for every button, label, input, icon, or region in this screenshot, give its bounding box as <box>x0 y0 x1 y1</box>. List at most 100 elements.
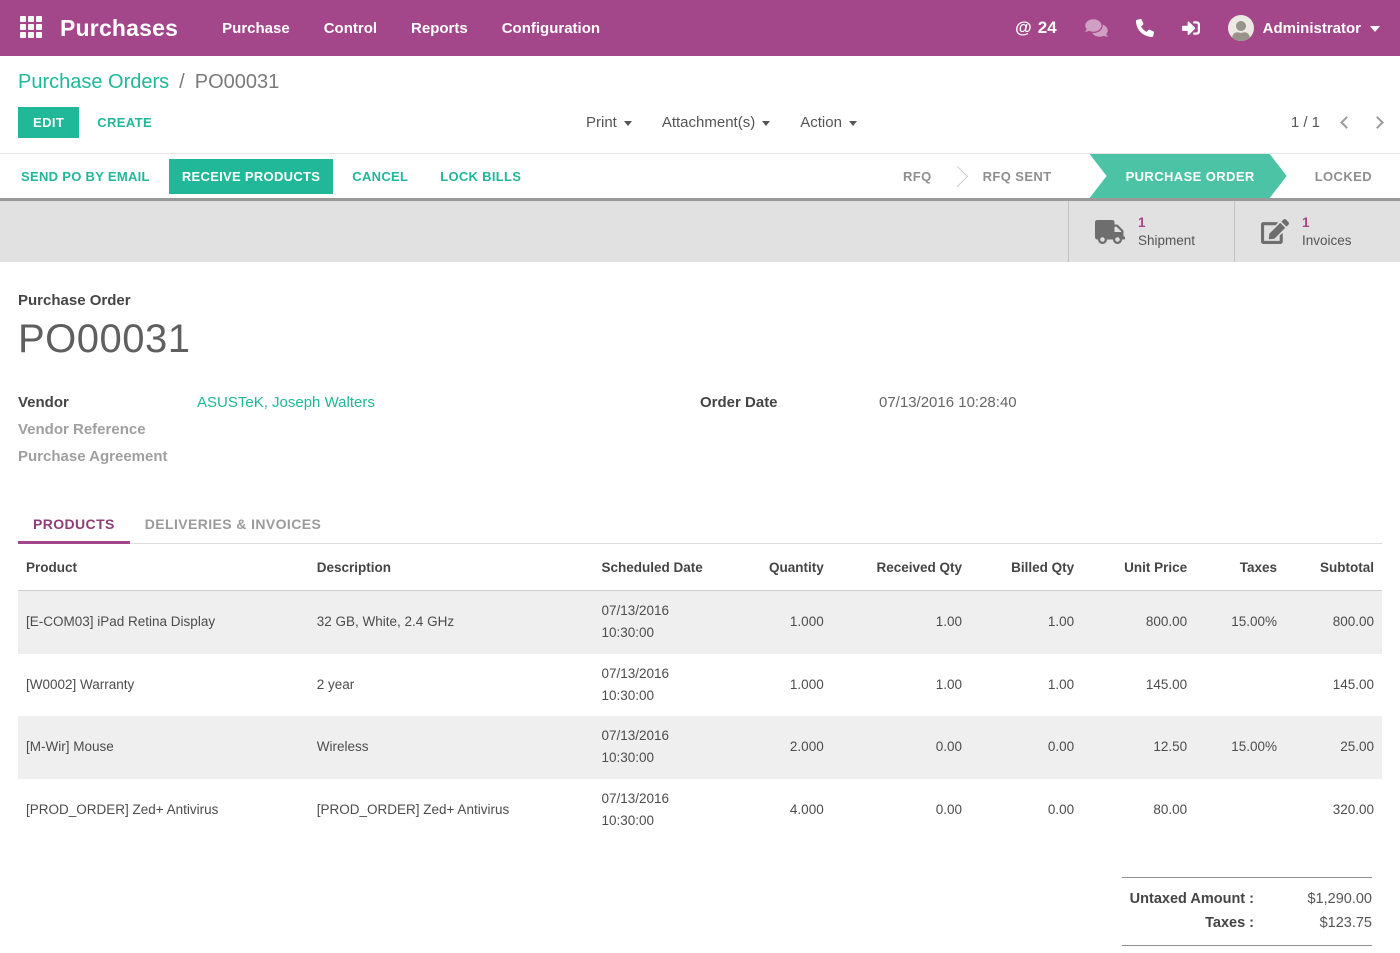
menu-configuration[interactable]: Configuration <box>502 20 600 37</box>
cell-unit-price: 12.50 <box>1082 716 1195 779</box>
create-button[interactable]: CREATE <box>97 115 152 130</box>
cell-received-qty: 0.00 <box>832 716 970 779</box>
cell-subtotal: 800.00 <box>1285 591 1382 654</box>
chevron-down-icon <box>762 121 770 126</box>
messages-icon[interactable] <box>1085 18 1108 38</box>
lock-bills-button[interactable]: LOCK BILLS <box>427 159 534 194</box>
print-menu-label: Print <box>586 114 617 131</box>
document-type-label: Purchase Order <box>18 292 1382 309</box>
topbar: Purchases Purchase Control Reports Confi… <box>0 0 1400 56</box>
user-menu[interactable]: Administrator <box>1228 15 1380 41</box>
field-group: Vendor ASUSTeK, Joseph Walters Vendor Re… <box>18 394 1382 475</box>
cancel-button[interactable]: CANCEL <box>339 159 421 194</box>
pager-counter: 1 / 1 <box>1291 114 1320 131</box>
cell-taxes <box>1195 779 1285 842</box>
cell-product: [M-Wir] Mouse <box>18 716 309 779</box>
purchase-agreement-label: Purchase Agreement <box>18 448 197 465</box>
col-product: Product <box>18 545 309 591</box>
chevron-down-icon <box>849 121 857 126</box>
cell-scheduled-date: 07/13/2016 10:30:00 <box>593 779 712 842</box>
attachments-menu[interactable]: Attachment(s) <box>662 114 770 131</box>
state-purchase-order-active[interactable]: PURCHASE ORDER <box>1090 154 1287 198</box>
menu-purchase[interactable]: Purchase <box>222 20 290 37</box>
action-menus: Print Attachment(s) Action <box>152 114 1291 131</box>
shipment-label: Shipment <box>1138 232 1195 250</box>
taxes-value: $123.75 <box>1268 915 1372 931</box>
topbar-menu: Purchase Control Reports Configuration <box>222 20 600 37</box>
print-menu[interactable]: Print <box>586 114 632 131</box>
truck-icon <box>1095 220 1125 244</box>
form-sheet: Purchase Order PO00031 Vendor ASUSTeK, J… <box>0 262 1400 953</box>
tab-products[interactable]: PRODUCTS <box>18 505 130 544</box>
action-menu-label: Action <box>800 114 842 131</box>
sign-in-icon[interactable] <box>1182 19 1200 37</box>
vendor-label: Vendor <box>18 394 197 411</box>
edit-button[interactable]: EDIT <box>18 107 79 138</box>
statusbar-states: RFQ RFQ SENT PURCHASE ORDER LOCKED <box>875 154 1400 198</box>
cell-billed-qty: 1.00 <box>970 654 1082 717</box>
at-icon: @ <box>1015 18 1032 38</box>
edit-note-icon <box>1261 219 1289 244</box>
cell-description: 32 GB, White, 2.4 GHz <box>309 591 594 654</box>
pager-next-icon[interactable] <box>1371 116 1384 129</box>
col-description: Description <box>309 545 594 591</box>
order-date-value: 07/13/2016 10:28:40 <box>879 394 1017 411</box>
notebook-tabs: PRODUCTS DELIVERIES & INVOICES <box>18 505 1382 544</box>
cell-received-qty: 1.00 <box>832 654 970 717</box>
cell-subtotal: 25.00 <box>1285 716 1382 779</box>
invoices-count: 1 <box>1302 214 1352 232</box>
page-title: PO00031 <box>18 317 1382 362</box>
table-row[interactable]: [W0002] Warranty 2 year 07/13/2016 10:30… <box>18 654 1382 717</box>
cell-taxes: 15.00% <box>1195 591 1285 654</box>
table-row[interactable]: [PROD_ORDER] Zed+ Antivirus [PROD_ORDER]… <box>18 779 1382 842</box>
menu-control[interactable]: Control <box>324 20 377 37</box>
cell-unit-price: 80.00 <box>1082 779 1195 842</box>
tab-deliveries-invoices[interactable]: DELIVERIES & INVOICES <box>130 505 336 544</box>
cell-taxes: 15.00% <box>1195 716 1285 779</box>
cell-scheduled-date: 07/13/2016 10:30:00 <box>593 591 712 654</box>
apps-menu-icon[interactable] <box>20 16 44 40</box>
table-row[interactable]: [M-Wir] Mouse Wireless 07/13/2016 10:30:… <box>18 716 1382 779</box>
phone-icon[interactable] <box>1136 19 1154 37</box>
state-locked[interactable]: LOCKED <box>1287 154 1400 198</box>
untaxed-amount-label: Untaxed Amount : <box>1122 891 1268 907</box>
app-title[interactable]: Purchases <box>60 15 178 42</box>
col-billed-qty: Billed Qty <box>970 545 1082 591</box>
menu-reports[interactable]: Reports <box>411 20 468 37</box>
control-panel-row: EDIT CREATE Print Attachment(s) Action <box>18 107 1382 138</box>
vendor-value-link[interactable]: ASUSTeK, Joseph Walters <box>197 394 375 411</box>
cell-scheduled-date: 07/13/2016 10:30:00 <box>593 716 712 779</box>
breadcrumb-current: PO00031 <box>195 71 280 94</box>
order-date-label: Order Date <box>700 394 879 411</box>
totals-section: Untaxed Amount : $1,290.00 Taxes : $123.… <box>18 877 1382 953</box>
receive-products-button[interactable]: RECEIVE PRODUCTS <box>169 159 333 194</box>
shipment-count: 1 <box>1138 214 1195 232</box>
cell-received-qty: 0.00 <box>832 779 970 842</box>
vendor-reference-label: Vendor Reference <box>18 421 197 438</box>
col-unit-price: Unit Price <box>1082 545 1195 591</box>
breadcrumb: Purchase Orders / PO00031 <box>18 71 1382 94</box>
invoices-stat-button[interactable]: 1 Invoices <box>1234 201 1400 262</box>
cell-description: 2 year <box>309 654 594 717</box>
cell-billed-qty: 1.00 <box>970 591 1082 654</box>
user-name: Administrator <box>1263 20 1361 37</box>
activities-button[interactable]: @ 24 <box>1015 18 1057 38</box>
shipment-stat-button[interactable]: 1 Shipment <box>1068 201 1234 262</box>
cell-product: [E-COM03] iPad Retina Display <box>18 591 309 654</box>
cell-unit-price: 800.00 <box>1082 591 1195 654</box>
statusbar: SEND PO BY EMAIL RECEIVE PRODUCTS CANCEL… <box>0 153 1400 198</box>
cell-billed-qty: 0.00 <box>970 716 1082 779</box>
breadcrumb-purchase-orders[interactable]: Purchase Orders <box>18 71 169 94</box>
state-rfq-sent[interactable]: RFQ SENT <box>955 154 1080 198</box>
table-row[interactable]: [E-COM03] iPad Retina Display 32 GB, Whi… <box>18 591 1382 654</box>
col-taxes: Taxes <box>1195 545 1285 591</box>
col-quantity: Quantity <box>713 545 832 591</box>
avatar <box>1228 15 1254 41</box>
send-po-by-email-button[interactable]: SEND PO BY EMAIL <box>8 159 163 194</box>
pager-previous-icon[interactable] <box>1340 116 1353 129</box>
taxes-label: Taxes : <box>1122 915 1268 931</box>
statusbar-buttons: SEND PO BY EMAIL RECEIVE PRODUCTS CANCEL… <box>8 154 534 198</box>
action-menu[interactable]: Action <box>800 114 857 131</box>
cell-product: [W0002] Warranty <box>18 654 309 717</box>
cell-taxes <box>1195 654 1285 717</box>
